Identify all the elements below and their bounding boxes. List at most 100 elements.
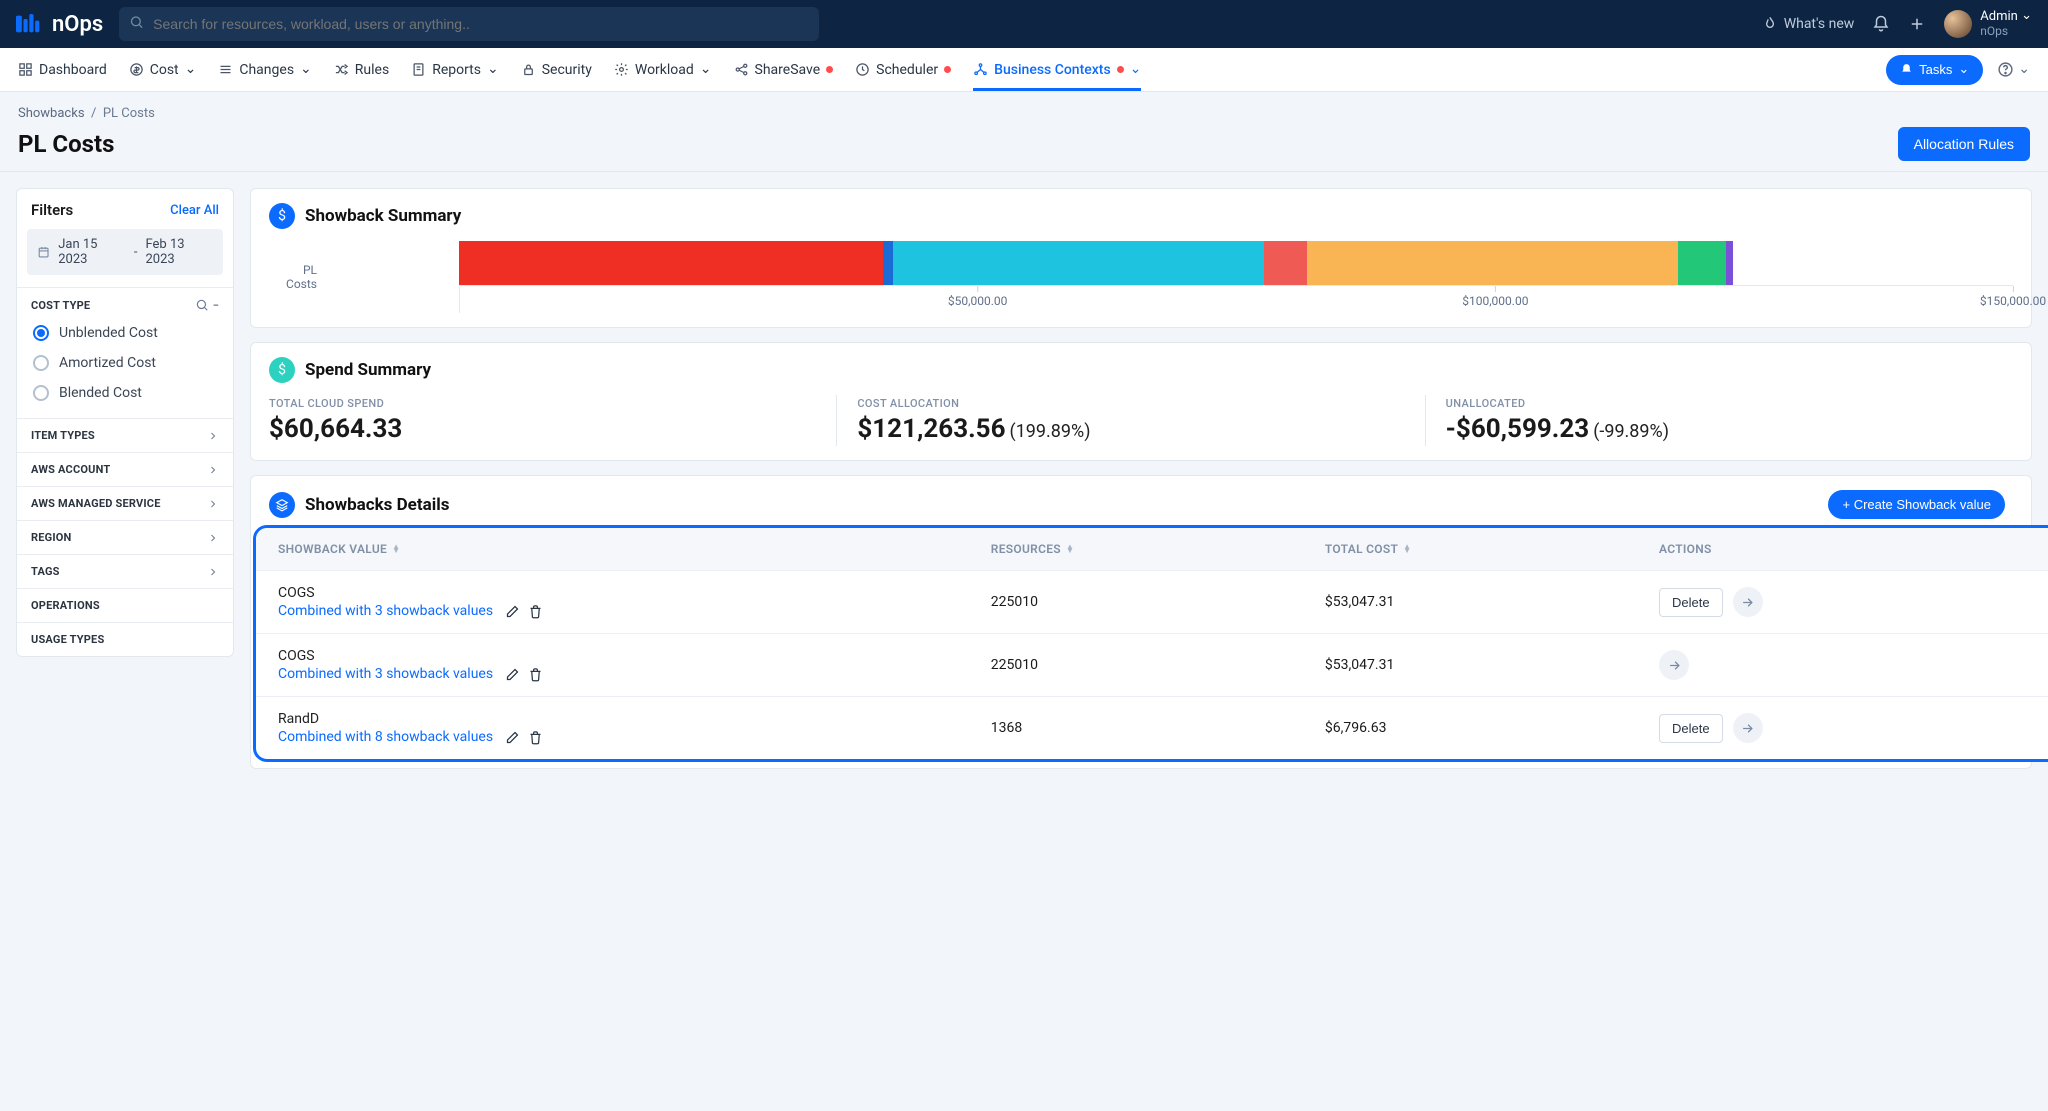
help-button[interactable]: ⌄: [1997, 61, 2030, 78]
trash-icon[interactable]: [528, 604, 543, 619]
edit-icon[interactable]: [505, 604, 520, 619]
row-combined-link[interactable]: Combined with 8 showback values: [278, 729, 493, 745]
filter-tags[interactable]: TAGS: [31, 565, 219, 578]
nav-label: Workload: [635, 62, 694, 78]
nav-changes[interactable]: Changes⌄: [218, 48, 311, 91]
col-showback-value[interactable]: SHOWBACK VALUE▲▼: [278, 542, 991, 556]
edit-icon[interactable]: [505, 730, 520, 745]
option-label: Unblended Cost: [59, 325, 158, 341]
nav-cost[interactable]: Cost ⌄: [129, 48, 197, 91]
search-icon[interactable]: [195, 298, 209, 312]
bar-segment: [893, 241, 1264, 285]
nav-rules[interactable]: Rules: [334, 48, 389, 91]
row-combined-link[interactable]: Combined with 3 showback values: [278, 603, 493, 619]
nav-business-contexts[interactable]: Business Contexts⌄: [973, 48, 1141, 91]
tick-label: $100,000.00: [1462, 294, 1528, 308]
section-label: AWS MANAGED SERVICE: [31, 497, 161, 510]
axis-tick: $100,000.00: [1462, 286, 1528, 308]
notifications-button[interactable]: [1872, 15, 1890, 33]
breadcrumb-parent[interactable]: Showbacks: [18, 106, 85, 121]
global-search[interactable]: [119, 7, 819, 41]
nav-workload[interactable]: Workload⌄: [614, 48, 712, 91]
nav-scheduler[interactable]: Scheduler: [855, 48, 951, 91]
delete-button[interactable]: Delete: [1659, 588, 1723, 617]
coin-icon: [129, 62, 144, 77]
col-resources[interactable]: RESOURCES▲▼: [991, 542, 1325, 556]
filter-region[interactable]: REGION: [31, 531, 219, 544]
add-button[interactable]: [1908, 15, 1926, 33]
cost-type-unblended[interactable]: Unblended Cost: [31, 318, 219, 348]
bar-segment: [1726, 241, 1733, 285]
col-label: RESOURCES: [991, 542, 1061, 556]
minus-icon[interactable]: −: [213, 299, 219, 312]
showback-summary-title: Showback Summary: [305, 206, 461, 226]
cost-type-blended[interactable]: Blended Cost: [31, 378, 219, 408]
nav-label: Business Contexts: [994, 62, 1111, 78]
avatar: [1944, 10, 1972, 38]
row-expand-button[interactable]: [1733, 587, 1763, 617]
filter-aws-managed-service[interactable]: AWS MANAGED SERVICE: [31, 497, 219, 510]
chevron-right-icon: [207, 464, 219, 476]
table-row: COGSCombined with 3 showback values22501…: [256, 633, 2048, 696]
delete-button[interactable]: Delete: [1659, 714, 1723, 743]
create-showback-button[interactable]: + Create Showback value: [1828, 490, 2005, 519]
allocation-rules-button[interactable]: Allocation Rules: [1898, 127, 2030, 161]
nav-dashboard[interactable]: Dashboard: [18, 48, 107, 91]
table-row: COGSCombined with 3 showback values22501…: [256, 570, 2048, 633]
sort-icon: ▲▼: [392, 545, 400, 553]
row-total-cost: $53,047.31: [1325, 657, 1659, 673]
bar-segment: [1678, 241, 1726, 285]
trash-icon[interactable]: [528, 667, 543, 682]
chevron-down-icon: ⌄: [1958, 61, 1969, 77]
user-menu[interactable]: Admin ⌄ nOps: [1944, 10, 2032, 38]
search-input[interactable]: [119, 7, 819, 41]
metric-unallocated: UNALLOCATED -$60,599.23(-99.89%): [1426, 395, 2013, 446]
clear-all-button[interactable]: Clear All: [170, 203, 219, 218]
nav-reports[interactable]: Reports⌄: [411, 48, 499, 91]
breadcrumb-current: PL Costs: [103, 106, 155, 121]
option-label: Blended Cost: [59, 385, 142, 401]
section-label: OPERATIONS: [31, 599, 100, 612]
filter-aws-account[interactable]: AWS ACCOUNT: [31, 463, 219, 476]
row-expand-button[interactable]: [1733, 713, 1763, 743]
user-name: Admin: [1980, 9, 2018, 24]
showbacks-details-card: Showbacks Details + Create Showback valu…: [250, 475, 2032, 769]
filter-operations[interactable]: OPERATIONS: [31, 599, 219, 612]
col-total-cost[interactable]: TOTAL COST▲▼: [1325, 542, 1659, 556]
section-label: TAGS: [31, 565, 60, 578]
showbacks-table: SHOWBACK VALUE▲▼ RESOURCES▲▼ TOTAL COST▲…: [253, 525, 2048, 762]
row-combined-link[interactable]: Combined with 3 showback values: [278, 666, 493, 682]
filters-title: Filters: [31, 201, 73, 219]
filter-item-types[interactable]: ITEM TYPES: [31, 429, 219, 442]
filter-usage-types[interactable]: USAGE TYPES: [31, 633, 219, 646]
chart-x-axis: $50,000.00$100,000.00$150,000.00: [459, 285, 2013, 313]
cost-type-amortized[interactable]: Amortized Cost: [31, 348, 219, 378]
row-expand-button[interactable]: [1659, 650, 1689, 680]
whats-new-button[interactable]: What's new: [1762, 16, 1855, 32]
metric-value: $121,263.56: [857, 414, 1005, 444]
metric-label: TOTAL CLOUD SPEND: [269, 397, 816, 410]
date-from: Jan 15 2023: [58, 237, 126, 267]
bar-chart: [459, 241, 1733, 285]
date-to: Feb 13 2023: [145, 237, 213, 267]
showback-summary-card: $ Showback Summary PL Costs $50,000.00$1…: [250, 188, 2032, 328]
chevron-right-icon: [207, 430, 219, 442]
logo-icon: [16, 13, 46, 35]
row-resources: 225010: [991, 657, 1325, 673]
network-icon: [973, 62, 988, 77]
section-label: REGION: [31, 531, 72, 544]
grid-icon: [18, 62, 33, 77]
trash-icon[interactable]: [528, 730, 543, 745]
nav-label: Cost: [150, 62, 179, 78]
option-label: Amortized Cost: [59, 355, 156, 371]
page-title: PL Costs: [18, 130, 114, 158]
date-range-picker[interactable]: Jan 15 2023 - Feb 13 2023: [27, 229, 223, 275]
nav-sharesave[interactable]: ShareSave: [734, 48, 834, 91]
axis-tick: $50,000.00: [948, 286, 1007, 308]
edit-icon[interactable]: [505, 667, 520, 682]
filters-panel: Filters Clear All Jan 15 2023 - Feb 13 2…: [16, 188, 234, 657]
tasks-button[interactable]: Tasks ⌄: [1886, 55, 1983, 85]
nav-security[interactable]: Security: [521, 48, 592, 91]
brand-logo[interactable]: nOps: [16, 12, 103, 37]
chevron-down-icon: ⌄: [185, 61, 197, 77]
